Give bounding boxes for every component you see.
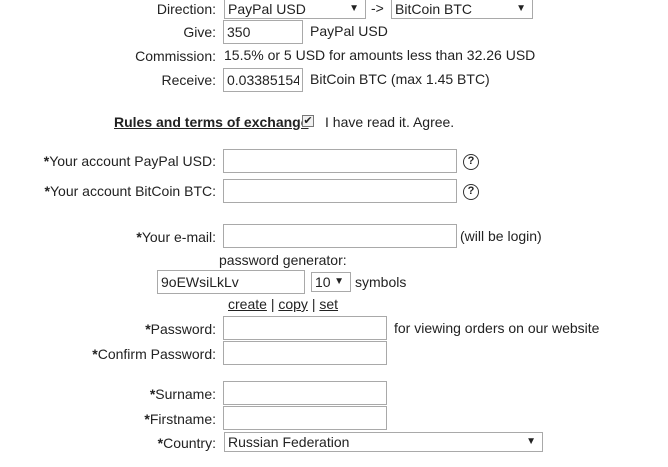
- confirm-password-label-text: Confirm Password:: [97, 346, 216, 362]
- receive-amount-input[interactable]: [223, 68, 303, 92]
- separator: |: [311, 296, 316, 312]
- surname-input[interactable]: [223, 381, 387, 405]
- surname-label: *Surname:: [150, 385, 216, 403]
- password-label-text: Password:: [150, 321, 216, 337]
- paypal-account-label-text: Your account PayPal USD:: [49, 153, 216, 169]
- commission-text: 15.5% or 5 USD for amounts less than 32.…: [224, 47, 536, 63]
- generated-password-input[interactable]: [157, 270, 305, 294]
- direction-arrow: ->: [371, 0, 384, 16]
- help-icon[interactable]: ?: [463, 184, 479, 200]
- direction-label: Direction:: [156, 1, 216, 17]
- password-generator-label: password generator:: [219, 252, 347, 268]
- from-currency-select[interactable]: PayPal USD ▼: [224, 0, 366, 19]
- from-currency-value: PayPal USD: [228, 1, 306, 17]
- confirm-password-label: *Confirm Password:: [92, 345, 216, 363]
- email-label: *Your e-mail:: [136, 228, 216, 246]
- receive-label: Receive:: [161, 72, 216, 88]
- agree-text: I have read it. Agree.: [325, 114, 455, 130]
- email-label-text: Your e-mail:: [141, 229, 216, 245]
- chevron-down-icon: ▼: [516, 3, 526, 14]
- create-password-link[interactable]: create: [228, 296, 267, 312]
- password-label: *Password:: [145, 320, 216, 338]
- password-input[interactable]: [223, 316, 387, 340]
- country-value: Russian Federation: [228, 434, 350, 450]
- btc-account-label: *Your account BitCoin BTC:: [45, 182, 216, 200]
- email-note: (will be login): [460, 228, 542, 244]
- chevron-down-icon: ▼: [334, 276, 344, 287]
- surname-label-text: Surname:: [155, 386, 216, 402]
- btc-account-label-text: Your account BitCoin BTC:: [49, 183, 216, 199]
- to-currency-value: BitCoin BTC: [395, 1, 473, 17]
- firstname-label-text: Firstname:: [149, 411, 216, 427]
- country-select[interactable]: Russian Federation ▼: [224, 432, 543, 452]
- check-icon: ✔: [303, 115, 313, 127]
- help-icon[interactable]: ?: [463, 154, 479, 170]
- commission-label: Commission:: [135, 48, 216, 64]
- copy-password-link[interactable]: copy: [278, 296, 308, 312]
- generator-actions: create | copy | set: [228, 296, 338, 312]
- country-label-text: Country:: [163, 435, 216, 451]
- separator: |: [270, 296, 275, 312]
- to-currency-select[interactable]: BitCoin BTC ▼: [391, 0, 533, 19]
- paypal-account-label: *Your account PayPal USD:: [44, 152, 216, 170]
- country-label: *Country:: [158, 434, 216, 452]
- give-amount-input[interactable]: [223, 20, 303, 44]
- give-label: Give:: [183, 24, 216, 40]
- rules-link[interactable]: Rules and terms of exchange: [114, 114, 309, 130]
- firstname-label: *Firstname:: [144, 410, 216, 428]
- give-unit: PayPal USD: [310, 23, 388, 39]
- agree-checkbox[interactable]: ✔: [302, 115, 314, 127]
- firstname-input[interactable]: [223, 406, 387, 430]
- email-input[interactable]: [223, 224, 457, 248]
- btc-account-input[interactable]: [223, 179, 457, 203]
- symbols-label: symbols: [355, 274, 407, 290]
- symbols-count-select[interactable]: 10 ▼: [311, 272, 351, 292]
- password-note: for viewing orders on our website: [394, 320, 600, 336]
- symbols-count-value: 10: [315, 274, 331, 290]
- set-password-link[interactable]: set: [319, 296, 338, 312]
- chevron-down-icon: ▼: [526, 436, 536, 447]
- paypal-account-input[interactable]: [223, 149, 457, 173]
- chevron-down-icon: ▼: [349, 3, 359, 14]
- confirm-password-input[interactable]: [223, 341, 387, 365]
- receive-unit: BitCoin BTC (max 1.45 BTC): [310, 71, 490, 87]
